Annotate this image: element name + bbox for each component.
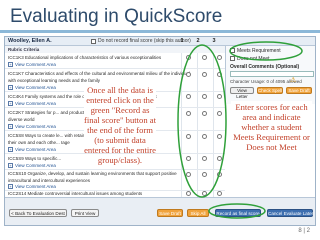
highlight-overlay [177, 41, 303, 219]
slide-page-number: 8 | 2 [298, 228, 310, 234]
score-columns-highlight [177, 44, 227, 198]
meets-requirement-highlight [229, 41, 303, 61]
record-final-score-highlight [208, 203, 266, 219]
